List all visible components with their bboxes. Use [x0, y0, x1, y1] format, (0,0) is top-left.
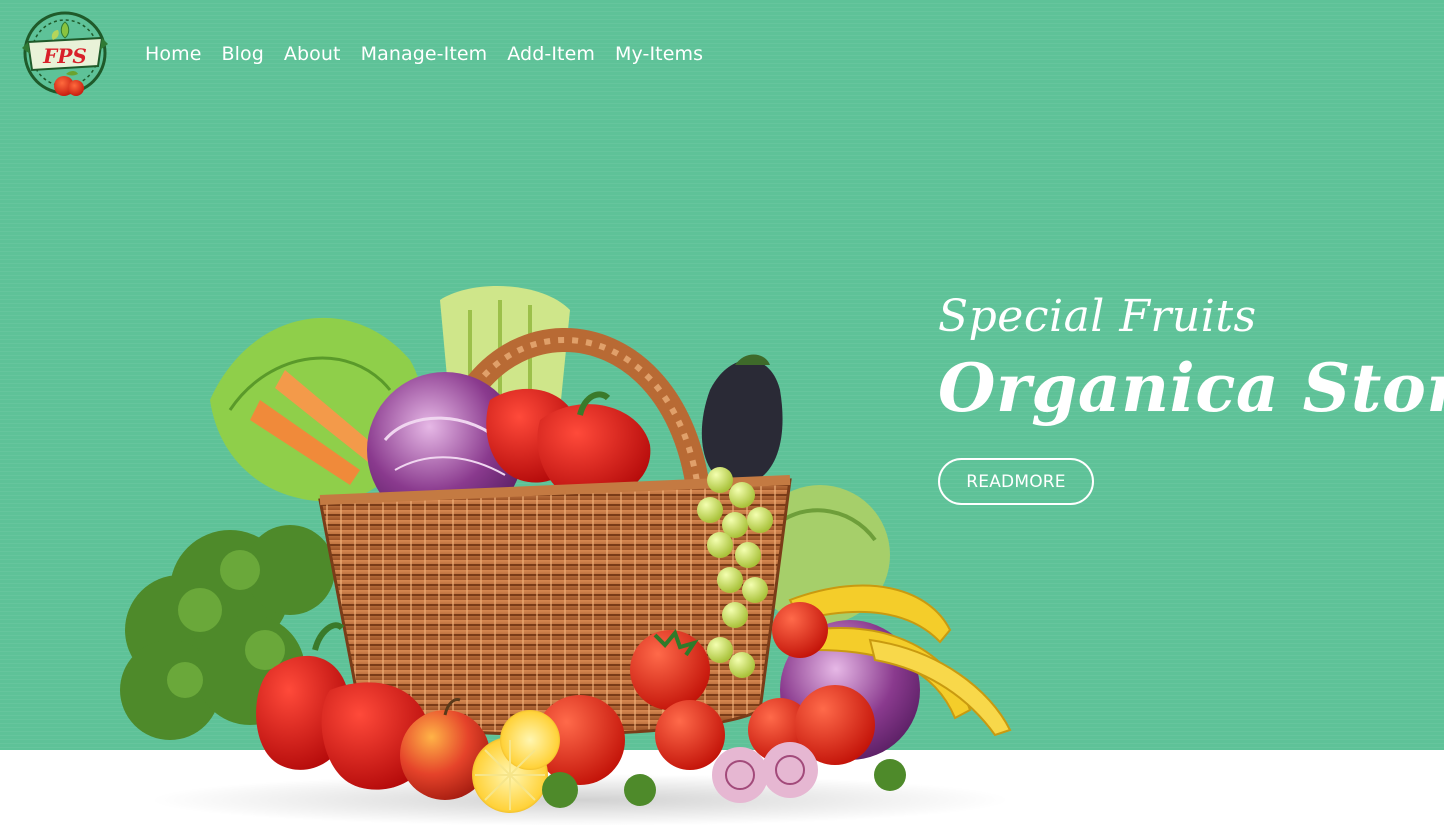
nav-link-home[interactable]: Home	[145, 43, 202, 65]
nav-item-blog: Blog	[222, 40, 264, 68]
nav-link-manage-item[interactable]: Manage-Item	[361, 43, 488, 65]
nav-link-blog[interactable]: Blog	[222, 43, 264, 65]
nav-item-home: Home	[145, 40, 202, 68]
nav-link-about[interactable]: About	[284, 43, 341, 65]
logo-badge-icon: FPS	[22, 11, 108, 96]
nav-link-add-item[interactable]: Add-Item	[507, 43, 595, 65]
nav-link-my-items[interactable]: My-Items	[615, 43, 703, 65]
logo-text: FPS	[42, 44, 87, 68]
fruit-basket-image	[120, 286, 1012, 825]
site-logo[interactable]: FPS	[20, 8, 110, 100]
nav-item-manage-item: Manage-Item	[361, 40, 488, 68]
nav-item-add-item: Add-Item	[507, 40, 595, 68]
nav-item-my-items: My-Items	[615, 40, 703, 68]
main-nav: Home Blog About Manage-Item Add-Item My-…	[145, 40, 703, 68]
nav-item-about: About	[284, 40, 341, 68]
